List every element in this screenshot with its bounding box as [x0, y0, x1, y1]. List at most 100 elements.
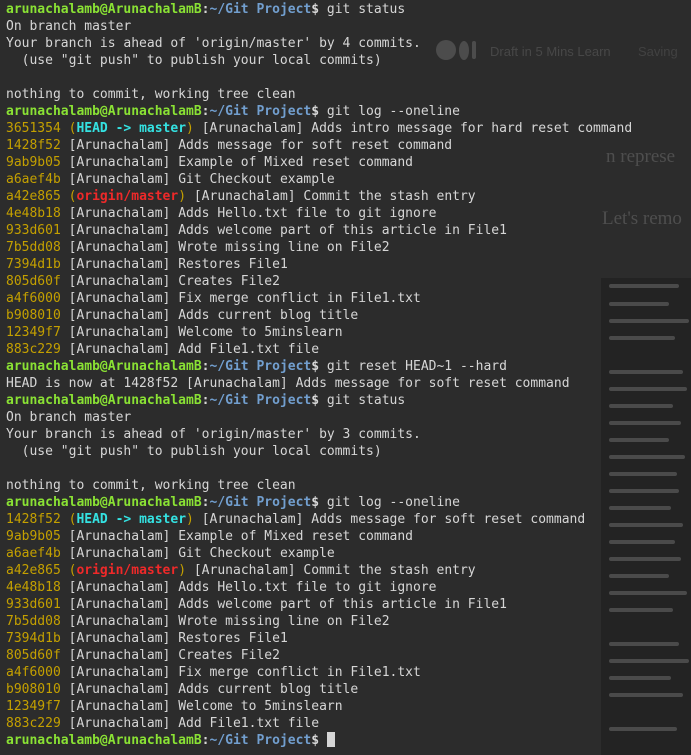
output-line: On branch master [6, 410, 132, 425]
prompt-symbol: $ [311, 495, 327, 510]
prompt-user-host: arunachalamb@ArunachalamB [6, 733, 202, 748]
output-line: Your branch is ahead of 'origin/master' … [6, 36, 421, 51]
commit-line: 1428f52 [Arunachalam] Adds message for s… [6, 137, 691, 154]
commit-line: a42e865 (origin/master) [Arunachalam] Co… [6, 188, 691, 205]
commit-message: [Arunachalam] Fix merge conflict in File… [68, 291, 421, 306]
output-line: nothing to commit, working tree clean [6, 478, 296, 493]
commit-hash: 805d60f [6, 274, 61, 289]
command-text: git status [326, 2, 406, 17]
prompt-user-host: arunachalamb@ArunachalamB [6, 495, 202, 510]
prompt-line: arunachalamb@ArunachalamB:~/Git Project$… [6, 358, 691, 375]
ref-close-paren: ) [186, 121, 194, 136]
commit-message: [Arunachalam] Creates File2 [68, 648, 280, 663]
prompt-cwd: ~/Git Project [209, 2, 312, 17]
commit-hash: a42e865 [6, 189, 61, 204]
commit-message: [Arunachalam] Welcome to 5minslearn [68, 699, 343, 714]
commit-message: [Arunachalam] Creates File2 [68, 274, 280, 289]
commit-hash: 933d601 [6, 223, 61, 238]
prompt-line: arunachalamb@ArunachalamB:~/Git Project$… [6, 494, 691, 511]
prompt-user-host: arunachalamb@ArunachalamB [6, 2, 202, 17]
prompt-cwd: ~/Git Project [209, 104, 312, 119]
prompt-symbol: $ [311, 2, 327, 17]
prompt-line: arunachalamb@ArunachalamB:~/Git Project$… [6, 1, 691, 18]
commit-hash: 7b5dd08 [6, 614, 61, 629]
commit-hash: 7b5dd08 [6, 240, 61, 255]
commit-message: [Arunachalam] Adds Hello.txt file to git… [68, 580, 437, 595]
commit-line: 3651354 (HEAD -> master) [Arunachalam] A… [6, 120, 691, 137]
commit-line: 883c229 [Arunachalam] Add File1.txt file [6, 341, 691, 358]
commit-hash: a4f6000 [6, 665, 61, 680]
commit-line: 12349f7 [Arunachalam] Welcome to 5minsle… [6, 324, 691, 341]
commit-message: [Arunachalam] Add File1.txt file [68, 716, 320, 731]
commit-message: [Arunachalam] Adds intro message for har… [201, 121, 633, 136]
commit-line: 805d60f [Arunachalam] Creates File2 [6, 273, 691, 290]
prompt-line: arunachalamb@ArunachalamB:~/Git Project$… [6, 392, 691, 409]
command-text: git log --oneline [326, 495, 460, 510]
commit-line: a4f6000 [Arunachalam] Fix merge conflict… [6, 290, 691, 307]
commit-line: b908010 [Arunachalam] Adds current blog … [6, 681, 691, 698]
command-text: git log --oneline [326, 104, 460, 119]
commit-line: 933d601 [Arunachalam] Adds welcome part … [6, 596, 691, 613]
commit-hash: 1428f52 [6, 512, 61, 527]
commit-message: [Arunachalam] Example of Mixed reset com… [68, 155, 413, 170]
prompt-line: arunachalamb@ArunachalamB:~/Git Project$ [6, 732, 691, 749]
commit-message: [Arunachalam] Welcome to 5minslearn [68, 325, 343, 340]
commit-line: 7394d1b [Arunachalam] Restores File1 [6, 256, 691, 273]
cursor[interactable] [326, 732, 335, 747]
commit-hash: b908010 [6, 682, 61, 697]
commit-message: [Arunachalam] Restores File1 [68, 631, 288, 646]
command-text: git status [326, 393, 406, 408]
commit-hash: 9ab9b05 [6, 529, 61, 544]
commit-line: 7b5dd08 [Arunachalam] Wrote missing line… [6, 239, 691, 256]
commit-line: 9ab9b05 [Arunachalam] Example of Mixed r… [6, 154, 691, 171]
commit-line: 9ab9b05 [Arunachalam] Example of Mixed r… [6, 528, 691, 545]
head-ref-label: HEAD -> master [76, 512, 187, 527]
origin-ref-label: origin/master [76, 189, 179, 204]
commit-hash: 4e48b18 [6, 580, 61, 595]
commit-hash: 4e48b18 [6, 206, 61, 221]
commit-line: 805d60f [Arunachalam] Creates File2 [6, 647, 691, 664]
prompt-separator: : [201, 393, 210, 408]
commit-hash: 933d601 [6, 597, 61, 612]
commit-hash: b908010 [6, 308, 61, 323]
commit-message: [Arunachalam] Adds current blog title [68, 308, 359, 323]
commit-line: 4e48b18 [Arunachalam] Adds Hello.txt fil… [6, 579, 691, 596]
commit-message: [Arunachalam] Wrote missing line on File… [68, 240, 390, 255]
commit-line: 883c229 [Arunachalam] Add File1.txt file [6, 715, 691, 732]
commit-line: a4f6000 [Arunachalam] Fix merge conflict… [6, 664, 691, 681]
commit-line: b908010 [Arunachalam] Adds current blog … [6, 307, 691, 324]
commit-hash: 883c229 [6, 342, 61, 357]
commit-line: a6aef4b [Arunachalam] Git Checkout examp… [6, 171, 691, 188]
prompt-cwd: ~/Git Project [209, 495, 312, 510]
ref-close-paren: ) [186, 512, 194, 527]
commit-hash: 9ab9b05 [6, 155, 61, 170]
terminal-output[interactable]: arunachalamb@ArunachalamB:~/Git Project$… [0, 0, 691, 755]
commit-hash: 12349f7 [6, 325, 61, 340]
commit-message: [Arunachalam] Adds message for soft rese… [68, 138, 453, 153]
prompt-user-host: arunachalamb@ArunachalamB [6, 393, 202, 408]
commit-message: [Arunachalam] Wrote missing line on File… [68, 614, 390, 629]
head-ref-label: HEAD -> master [76, 121, 187, 136]
commit-hash: 12349f7 [6, 699, 61, 714]
commit-hash: 3651354 [6, 121, 61, 136]
command-text: git reset HEAD~1 --hard [326, 359, 507, 374]
commit-hash: a42e865 [6, 563, 61, 578]
prompt-cwd: ~/Git Project [209, 733, 312, 748]
commit-message: [Arunachalam] Adds current blog title [68, 682, 359, 697]
prompt-separator: : [201, 104, 210, 119]
commit-message: [Arunachalam] Restores File1 [68, 257, 288, 272]
output-line: nothing to commit, working tree clean [6, 87, 296, 102]
commit-line: 1428f52 (HEAD -> master) [Arunachalam] A… [6, 511, 691, 528]
prompt-symbol: $ [311, 359, 327, 374]
commit-message: [Arunachalam] Git Checkout example [68, 172, 335, 187]
commit-line: a6aef4b [Arunachalam] Git Checkout examp… [6, 545, 691, 562]
prompt-symbol: $ [311, 104, 327, 119]
commit-message: [Arunachalam] Git Checkout example [68, 546, 335, 561]
commit-line: 4e48b18 [Arunachalam] Adds Hello.txt fil… [6, 205, 691, 222]
commit-message: [Arunachalam] Add File1.txt file [68, 342, 320, 357]
prompt-separator: : [201, 495, 210, 510]
commit-message: [Arunachalam] Adds welcome part of this … [68, 597, 507, 612]
commit-hash: 7394d1b [6, 631, 61, 646]
